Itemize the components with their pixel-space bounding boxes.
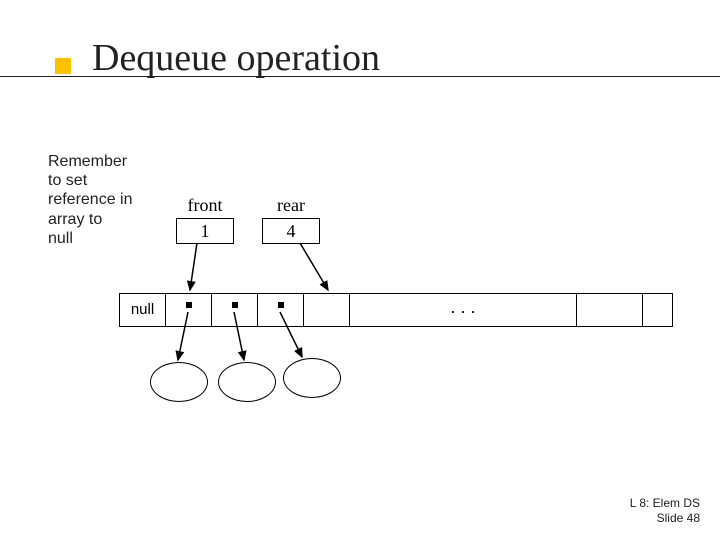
object-oval: [218, 362, 276, 402]
slide-title: Dequeue operation: [92, 36, 380, 80]
front-value-box: 1: [176, 218, 234, 244]
note-line: Remember: [48, 152, 168, 171]
footer-line: Slide 48: [630, 511, 700, 526]
object-oval: [283, 358, 341, 398]
cell-4: [304, 294, 350, 326]
cells-ellipsis: . . .: [350, 294, 577, 326]
footer-line: L 8: Elem DS: [630, 496, 700, 511]
slide-footer: L 8: Elem DS Slide 48: [630, 496, 700, 526]
cell-0-null: null: [120, 294, 166, 326]
title-accent-square: [55, 58, 71, 74]
rear-value-box: 4: [262, 218, 320, 244]
note-line: null: [48, 229, 168, 248]
title-bar: Dequeue operation: [0, 18, 720, 77]
rear-pointer: rear 4: [262, 195, 320, 244]
ref-dot-icon: [232, 302, 238, 308]
reminder-note: Remember to set reference in array to nu…: [48, 152, 168, 248]
note-line: to set: [48, 171, 168, 190]
cell-3: [258, 294, 304, 326]
rear-label: rear: [262, 195, 320, 216]
front-pointer: front 1: [176, 195, 234, 244]
arrows-overlay: [0, 0, 720, 540]
ref-dot-icon: [278, 302, 284, 308]
cell-end: [643, 294, 673, 326]
note-line: array to: [48, 210, 168, 229]
note-line: reference in: [48, 190, 168, 209]
queue-array: null . . .: [119, 293, 673, 327]
cell-2: [212, 294, 258, 326]
ref-dot-icon: [186, 302, 192, 308]
front-label: front: [176, 195, 234, 216]
object-oval: [150, 362, 208, 402]
cell-1: [166, 294, 212, 326]
cell-spare: [577, 294, 643, 326]
